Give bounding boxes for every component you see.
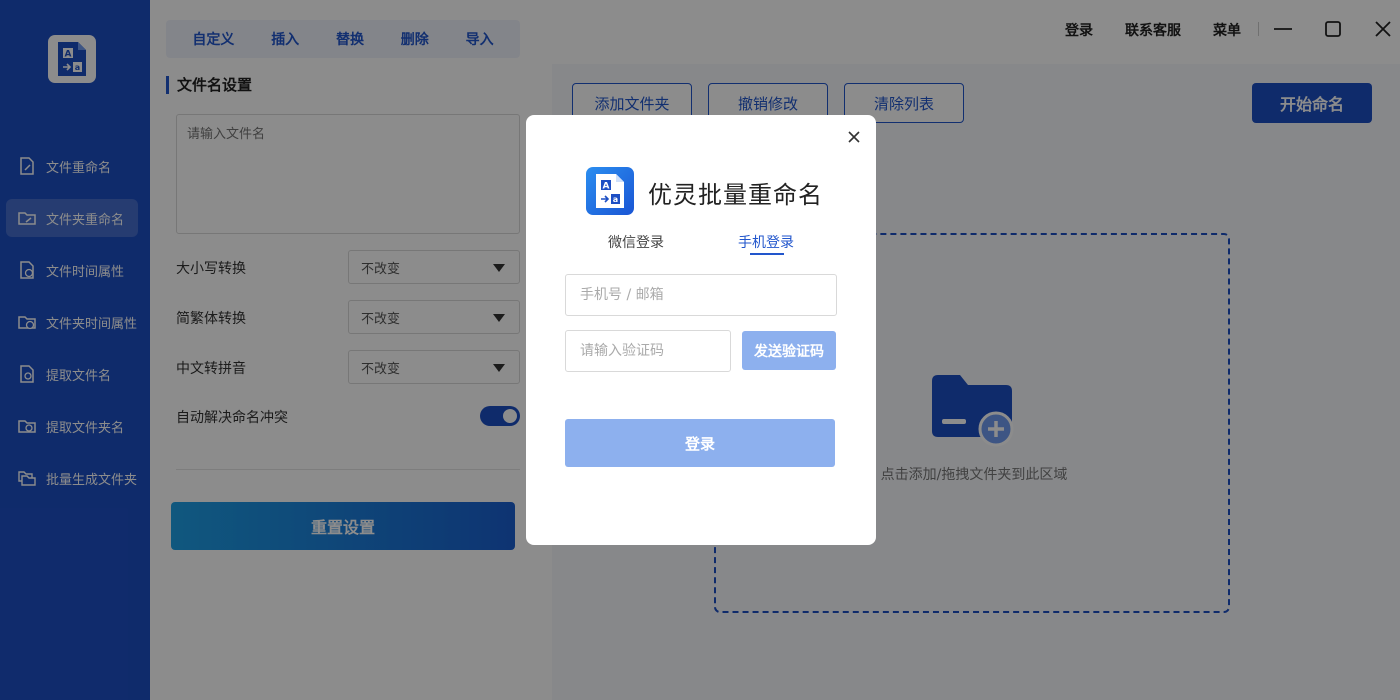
active-tab-underline bbox=[750, 253, 784, 255]
app-logo-icon: A a bbox=[596, 174, 624, 208]
send-code-button[interactable]: 发送验证码 bbox=[742, 331, 836, 370]
close-icon[interactable] bbox=[846, 129, 862, 145]
tab-wechat-login[interactable]: 微信登录 bbox=[608, 232, 664, 252]
tab-phone-login[interactable]: 手机登录 bbox=[738, 232, 794, 252]
dialog-title: 优灵批量重命名 bbox=[648, 181, 823, 209]
phone-email-input[interactable] bbox=[565, 274, 837, 316]
login-button[interactable]: 登录 bbox=[565, 419, 835, 467]
verification-code-input[interactable] bbox=[565, 330, 731, 372]
svg-text:a: a bbox=[613, 195, 618, 204]
app-logo: A a bbox=[586, 167, 634, 215]
svg-text:A: A bbox=[603, 182, 610, 192]
login-dialog: A a 优灵批量重命名 微信登录 手机登录 发送验证码 登录 bbox=[526, 115, 876, 545]
